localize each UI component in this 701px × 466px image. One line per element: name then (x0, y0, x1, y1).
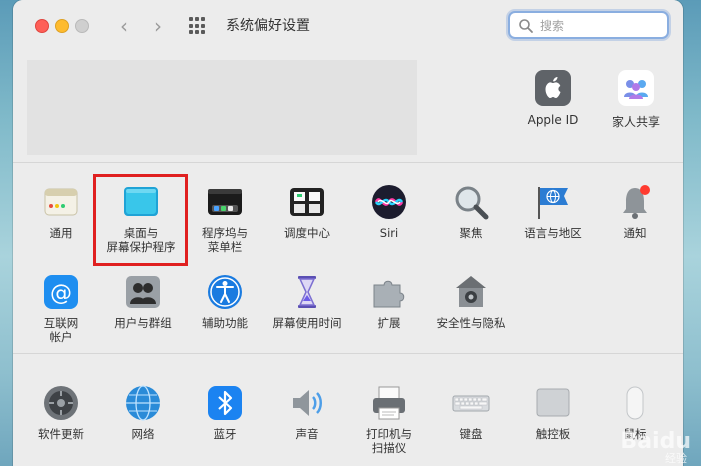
spotlight-pane[interactable]: 聚焦 (429, 183, 513, 240)
extensions-label: 扩展 (377, 316, 401, 330)
system-preferences-window: ‹ › 系统偏好设置 搜索 Apple ID 家人共享 通用 桌面与 屏幕保护程… (13, 0, 683, 466)
trackpad-pane[interactable]: 触控板 (511, 384, 595, 441)
siri-pane[interactable]: Siri (347, 183, 431, 240)
sound-label: 声音 (295, 427, 319, 441)
internet-accounts-pane[interactable]: @ 互联网 帐户 (19, 273, 103, 344)
security-privacy-pane[interactable]: 安全性与隐私 (429, 273, 513, 330)
trackpad-icon (534, 384, 572, 422)
zoom-window-button[interactable] (75, 19, 89, 33)
software-update-label: 软件更新 (38, 427, 84, 441)
svg-text:@: @ (50, 281, 72, 306)
network-icon (124, 384, 162, 422)
mission-control-label: 调度中心 (284, 226, 330, 240)
family-sharing-icon (618, 70, 654, 106)
printers-scanners-pane[interactable]: 打印机与 扫描仪 (347, 384, 431, 455)
trackpad-label: 触控板 (535, 427, 571, 441)
hardware-preferences-section: 软件更新 网络 蓝牙 声音 打印机与 扫描仪 键盘 触控板 鼠标 (13, 354, 683, 466)
dock-menubar-label: 程序坞与 菜单栏 (202, 226, 248, 254)
bluetooth-pane[interactable]: 蓝牙 (183, 384, 267, 441)
security-privacy-label: 安全性与隐私 (436, 316, 506, 330)
notifications-pane[interactable]: 通知 (593, 183, 677, 240)
account-section: Apple ID 家人共享 (13, 52, 683, 163)
users-groups-pane[interactable]: 用户与群组 (101, 273, 185, 330)
family-sharing-pane[interactable]: 家人共享 (601, 70, 671, 130)
language-region-pane[interactable]: 语言与地区 (511, 183, 595, 240)
sound-pane[interactable]: 声音 (265, 384, 349, 441)
software-update-icon (42, 384, 80, 422)
user-profile-placeholder (27, 60, 417, 155)
dock-menubar-pane[interactable]: 程序坞与 菜单栏 (183, 183, 267, 254)
general-icon (42, 183, 80, 221)
software-update-pane[interactable]: 软件更新 (19, 384, 103, 441)
extensions-pane[interactable]: 扩展 (347, 273, 431, 330)
family-sharing-label: 家人共享 (611, 115, 660, 129)
screen-time-pane[interactable]: 屏幕使用时间 (265, 273, 349, 330)
desktop-screensaver-label: 桌面与 屏幕保护程序 (106, 226, 176, 254)
spotlight-icon (452, 183, 490, 221)
search-placeholder: 搜索 (540, 19, 565, 33)
mouse-icon (616, 384, 654, 422)
window-title: 系统偏好设置 (226, 18, 310, 34)
dock-menubar-icon (206, 183, 244, 221)
internet-accounts-icon: @ (42, 273, 80, 311)
mission-control-pane[interactable]: 调度中心 (265, 183, 349, 240)
apple-id-icon (535, 70, 571, 106)
desktop-screensaver-icon (122, 183, 160, 221)
mission-control-icon (288, 183, 326, 221)
keyboard-pane[interactable]: 键盘 (429, 384, 513, 441)
spotlight-label: 聚焦 (459, 226, 483, 240)
internet-accounts-label: 互联网 帐户 (43, 316, 79, 344)
notifications-label: 通知 (623, 226, 647, 240)
language-region-label: 语言与地区 (524, 226, 582, 240)
network-pane[interactable]: 网络 (101, 384, 185, 441)
apple-id-label: Apple ID (527, 113, 579, 127)
forward-button[interactable]: › (147, 13, 169, 39)
show-all-grid-icon[interactable] (189, 17, 207, 35)
screen-time-label: 屏幕使用时间 (272, 316, 342, 330)
screen-time-icon (288, 273, 326, 311)
toolbar: ‹ › 系统偏好设置 搜索 (13, 0, 683, 52)
bluetooth-label: 蓝牙 (213, 427, 237, 441)
minimize-window-button[interactable] (55, 19, 69, 33)
personal-preferences-section: 通用 桌面与 屏幕保护程序 程序坞与 菜单栏 调度中心 Siri 聚焦 语言与地… (13, 163, 683, 354)
keyboard-label: 键盘 (459, 427, 483, 441)
language-region-icon (534, 183, 572, 221)
siri-icon (370, 183, 408, 221)
users-groups-label: 用户与群组 (114, 316, 172, 330)
sound-icon (288, 384, 326, 422)
keyboard-icon (452, 384, 490, 422)
extensions-icon (370, 273, 408, 311)
search-field[interactable]: 搜索 (508, 11, 669, 39)
accessibility-pane[interactable]: 辅助功能 (183, 273, 267, 330)
apple-id-pane[interactable]: Apple ID (518, 70, 588, 127)
general-label: 通用 (49, 226, 73, 240)
close-window-button[interactable] (35, 19, 49, 33)
users-groups-icon (124, 273, 162, 311)
printers-scanners-label: 打印机与 扫描仪 (366, 427, 412, 455)
general-pane[interactable]: 通用 (19, 183, 103, 240)
network-label: 网络 (131, 427, 155, 441)
security-privacy-icon (452, 273, 490, 311)
back-button[interactable]: ‹ (113, 13, 135, 39)
search-icon (519, 19, 533, 33)
notifications-icon (616, 183, 654, 221)
accessibility-label: 辅助功能 (202, 316, 248, 330)
bluetooth-icon (206, 384, 244, 422)
baidu-watermark-sub: 经验 (665, 452, 687, 465)
printers-scanners-icon (370, 384, 408, 422)
desktop-screensaver-pane[interactable]: 桌面与 屏幕保护程序 (99, 183, 183, 254)
siri-label: Siri (379, 226, 399, 240)
accessibility-icon (206, 273, 244, 311)
